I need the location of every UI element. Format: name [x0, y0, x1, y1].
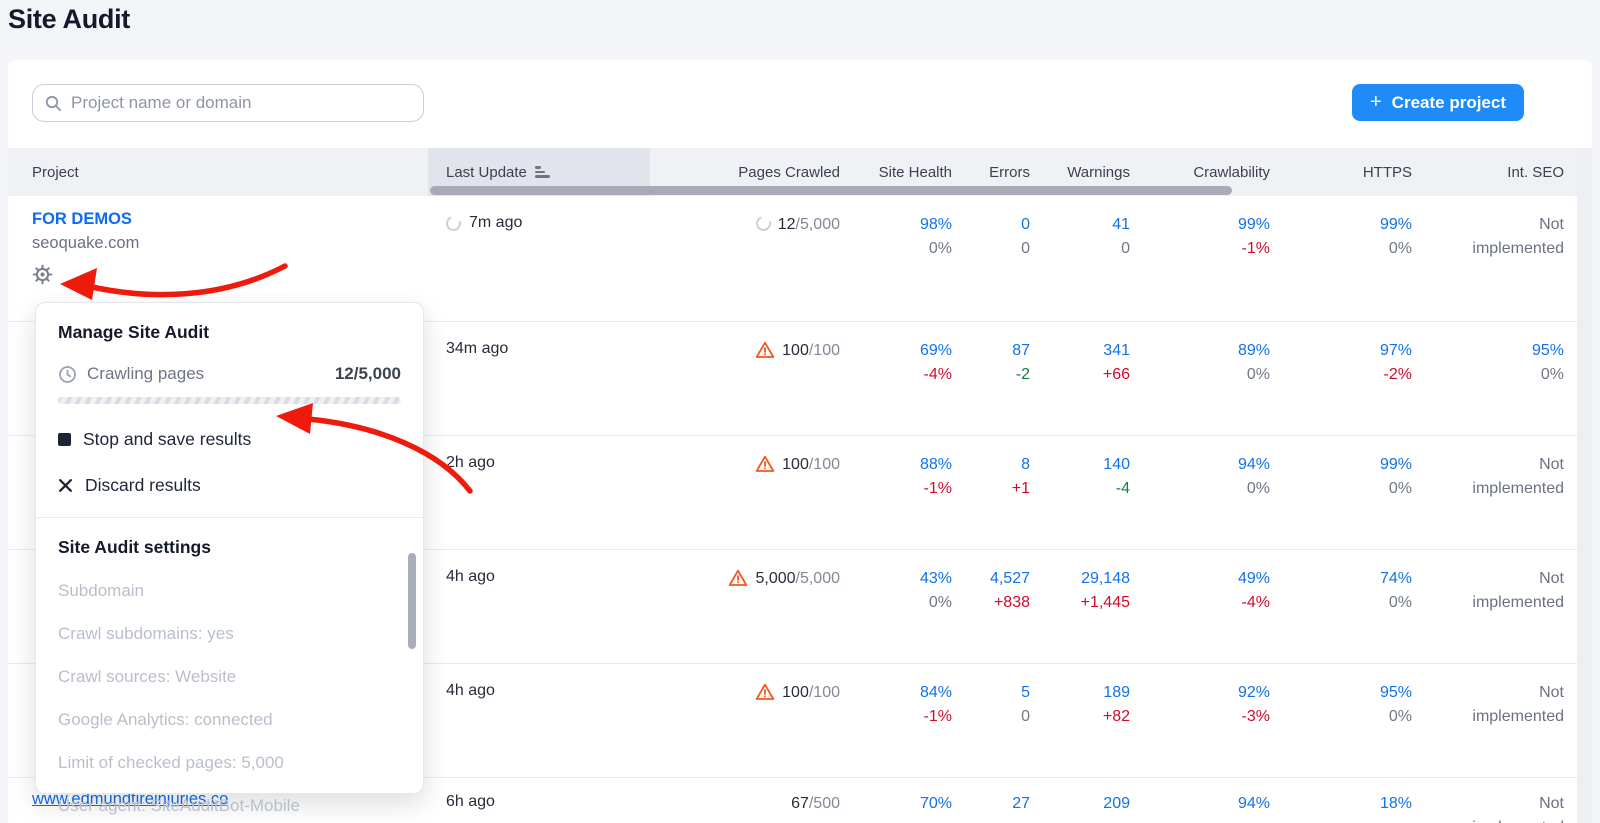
int-seo-value: Not implemented: [1464, 567, 1564, 615]
crawl-progress-bar: [58, 397, 401, 404]
stop-icon: [58, 433, 71, 446]
errors-value[interactable]: 4,527: [952, 567, 1030, 591]
warnings-value[interactable]: 41: [1030, 213, 1130, 237]
crawlability-value[interactable]: 49%: [1130, 567, 1270, 591]
crawling-progress-value: 12/5,000: [335, 364, 401, 384]
warning-triangle-icon: [728, 568, 748, 596]
table-right-gutter: [1577, 148, 1592, 823]
crawlability-value[interactable]: 89%: [1130, 339, 1270, 363]
discard-results-button[interactable]: Discard results: [58, 475, 401, 496]
crawling-pages-label: Crawling pages: [87, 364, 325, 384]
manage-site-audit-popup: Manage Site Audit Crawling pages 12/5,00…: [35, 302, 424, 794]
search-icon: [45, 95, 62, 112]
https-value[interactable]: 97%: [1270, 339, 1412, 363]
last-update-value: 6h ago: [446, 790, 495, 814]
errors-value[interactable]: 8: [952, 453, 1030, 477]
https-value[interactable]: 99%: [1270, 453, 1412, 477]
stop-and-save-button[interactable]: Stop and save results: [58, 429, 401, 450]
https-value[interactable]: 74%: [1270, 567, 1412, 591]
warning-triangle-icon: [755, 454, 775, 482]
crawlability-value[interactable]: 99%: [1130, 213, 1270, 237]
errors-value[interactable]: 5: [952, 681, 1030, 705]
setting-user-agent: User agent: SiteAuditBot-Mobile: [58, 796, 401, 816]
int-seo-value: Not implemented: [1464, 213, 1564, 261]
close-icon: [58, 478, 73, 493]
column-header-site-health: Site Health: [840, 164, 952, 181]
column-header-https: HTTPS: [1270, 164, 1412, 181]
crawl-in-progress-spinner: [753, 214, 773, 234]
crawl-in-progress-spinner: [444, 214, 464, 234]
popup-title: Manage Site Audit: [58, 322, 401, 343]
pages-crawled-value: 100: [782, 456, 809, 473]
warnings-value[interactable]: 189: [1030, 681, 1130, 705]
pages-crawled-value: 12: [778, 216, 796, 233]
https-value[interactable]: 18%: [1270, 792, 1412, 816]
setting-subdomain: Subdomain: [58, 581, 401, 601]
errors-value[interactable]: 27: [952, 792, 1030, 816]
column-header-errors: Errors: [952, 164, 1030, 181]
site-health-value[interactable]: 69%: [840, 339, 952, 363]
site-health-value[interactable]: 70%: [840, 792, 952, 816]
warning-triangle-icon: [755, 340, 775, 368]
crawling-progress-row: Crawling pages 12/5,000: [58, 364, 401, 384]
errors-value[interactable]: 87: [952, 339, 1030, 363]
warnings-value[interactable]: 29,148: [1030, 567, 1130, 591]
pages-crawled-value: 67: [791, 795, 809, 812]
pages-crawled-value: 100: [782, 342, 809, 359]
horizontal-scrollbar[interactable]: [430, 186, 1232, 195]
warnings-value[interactable]: 140: [1030, 453, 1130, 477]
last-update-value: 2h ago: [446, 451, 495, 475]
setting-google-analytics: Google Analytics: connected: [58, 710, 401, 730]
divider: [36, 517, 423, 518]
column-header-crawlability: Crawlability: [1130, 164, 1270, 181]
errors-value[interactable]: 0: [952, 213, 1030, 237]
pages-crawled-value: 100: [782, 684, 809, 701]
site-health-value[interactable]: 88%: [840, 453, 952, 477]
column-header-int-seo: Int. SEO: [1412, 164, 1564, 181]
setting-page-limit: Limit of checked pages: 5,000: [58, 753, 401, 773]
clock-icon: [58, 365, 77, 384]
https-value[interactable]: 95%: [1270, 681, 1412, 705]
plus-icon: +: [1370, 92, 1382, 112]
popup-scrollbar[interactable]: [408, 553, 416, 649]
gear-icon[interactable]: [32, 264, 428, 290]
last-update-value: 4h ago: [446, 679, 495, 703]
int-seo-value: Not implemented: [1464, 681, 1564, 729]
settings-section-title: Site Audit settings: [58, 537, 401, 558]
column-header-pages-crawled: Pages Crawled: [650, 164, 840, 181]
search-input[interactable]: Project name or domain: [32, 84, 424, 122]
pages-crawled-value: 5,000: [755, 570, 795, 587]
warnings-value[interactable]: 209: [1030, 792, 1130, 816]
create-project-label: Create project: [1392, 93, 1506, 113]
last-update-value: 34m ago: [446, 337, 508, 361]
column-header-project: Project: [8, 164, 428, 181]
warnings-value[interactable]: 341: [1030, 339, 1130, 363]
page-title: Site Audit: [8, 4, 130, 35]
site-health-value[interactable]: 84%: [840, 681, 952, 705]
create-project-button[interactable]: + Create project: [1352, 84, 1524, 121]
crawlability-value[interactable]: 92%: [1130, 681, 1270, 705]
last-update-value: 7m ago: [469, 211, 522, 235]
project-domain: seoquake.com: [32, 234, 428, 253]
last-update-value: 4h ago: [446, 565, 495, 589]
site-health-value[interactable]: 98%: [840, 213, 952, 237]
int-seo-value: Not implemented: [1464, 792, 1564, 823]
int-seo-value[interactable]: 95%: [1412, 339, 1564, 363]
project-name-link[interactable]: FOR DEMOS: [32, 210, 428, 229]
search-placeholder: Project name or domain: [71, 93, 251, 113]
https-value[interactable]: 99%: [1270, 213, 1412, 237]
site-health-value[interactable]: 43%: [840, 567, 952, 591]
crawlability-value[interactable]: 94%: [1130, 453, 1270, 477]
setting-crawl-sources: Crawl sources: Website: [58, 667, 401, 687]
column-header-warnings: Warnings: [1030, 164, 1130, 181]
setting-crawl-subdomains: Crawl subdomains: yes: [58, 624, 401, 644]
crawlability-value[interactable]: 94%: [1130, 792, 1270, 816]
int-seo-value: Not implemented: [1464, 453, 1564, 501]
warning-triangle-icon: [755, 682, 775, 710]
sort-descending-icon: [535, 166, 550, 178]
